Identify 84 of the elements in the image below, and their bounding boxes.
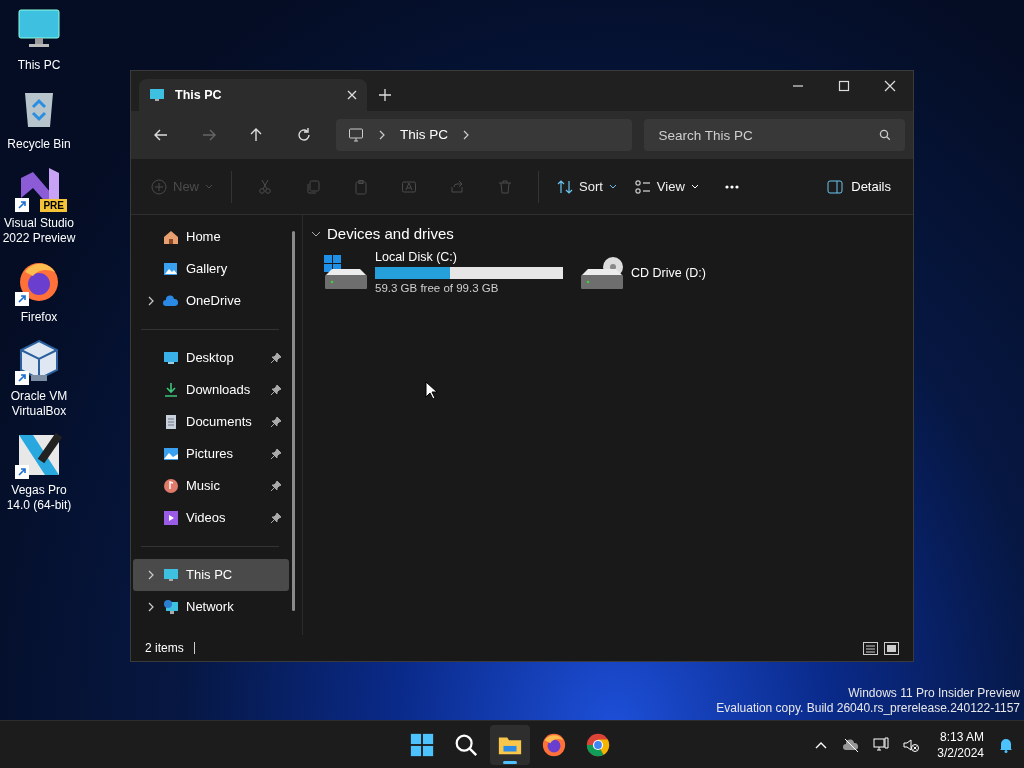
tray-button[interactable] — [873, 736, 890, 753]
preview-badge: PRE — [40, 199, 67, 212]
desktop-icon-label[interactable]: Firefox — [20, 310, 58, 325]
sidebar-item[interactable]: Documents — [133, 406, 289, 438]
chrome-icon — [585, 731, 611, 758]
drive-name: CD Drive (D:) — [631, 264, 706, 281]
cloud-icon — [163, 293, 179, 309]
close-icon — [347, 90, 357, 100]
monitor-icon — [348, 127, 364, 143]
tiles-view-button[interactable] — [884, 641, 899, 655]
sidebar-item[interactable]: Home — [133, 221, 289, 253]
drive-tile[interactable]: Local Disk (C:) 59.3 GB free of 99.3 GB — [323, 249, 563, 296]
chevron-icon — [378, 130, 386, 140]
speaker-muted-icon — [903, 736, 920, 753]
tiles-view-icon — [884, 641, 899, 655]
desktop-icon-label[interactable]: Visual Studio 2022 Preview — [0, 216, 78, 246]
start-icon — [409, 731, 435, 758]
sidebar-item[interactable]: This PC — [133, 559, 289, 591]
network-icon — [873, 736, 890, 753]
details-button[interactable]: Details — [817, 168, 901, 205]
search-icon — [879, 129, 891, 141]
notification-button[interactable] — [998, 736, 1014, 753]
document-icon — [163, 414, 179, 430]
plus-icon — [379, 89, 391, 101]
details-pane-icon — [827, 179, 844, 194]
desktop-icon-label[interactable]: This PC — [17, 58, 61, 73]
caret-icon — [205, 183, 213, 190]
firefox-icon — [541, 731, 567, 758]
list-view-icon — [863, 641, 878, 655]
section-header[interactable]: Devices and drives — [311, 223, 905, 245]
forward-arrow-icon — [200, 127, 217, 143]
details-view-button[interactable] — [863, 641, 878, 655]
taskbar-app-button[interactable] — [490, 724, 530, 765]
desktop-icon-label[interactable]: Recycle Bin — [7, 137, 71, 152]
monitor-icon — [163, 350, 179, 366]
collapse-chevron-icon — [311, 230, 321, 238]
evaluation-notice: Windows 11 Pro Insider Preview — [848, 686, 1020, 701]
search-field[interactable]: Search This PC — [644, 119, 905, 151]
house-icon — [163, 229, 179, 245]
picture-icon — [163, 446, 179, 462]
network-icon — [163, 599, 179, 615]
sidebar-item[interactable]: Pictures — [133, 438, 289, 470]
monitor-icon — [149, 87, 165, 103]
gallery-icon — [163, 261, 179, 277]
tray-button[interactable] — [903, 736, 920, 753]
address-bar[interactable]: This PC — [336, 119, 633, 151]
desktop-icon-label[interactable]: Oracle VM VirtualBox — [0, 389, 78, 419]
sidebar-item[interactable]: Downloads — [133, 374, 289, 406]
close-icon — [884, 80, 896, 92]
caret-icon — [608, 183, 617, 190]
evaluation-notice: Evaluation copy. Build 26040.rs_prerelease.240122-1157 — [716, 701, 1020, 716]
cd-drive-icon — [579, 254, 623, 291]
sort-button[interactable]: Sort — [549, 168, 625, 205]
maximize-icon — [838, 80, 850, 92]
hard-drive-icon — [323, 254, 367, 291]
video-icon — [163, 510, 179, 526]
mouse-cursor-icon — [425, 381, 437, 399]
sidebar-item[interactable]: Gallery — [133, 253, 289, 285]
monitor-icon — [163, 567, 179, 583]
refresh-icon — [296, 127, 313, 143]
music-note-icon — [163, 478, 179, 494]
drive-name: Local Disk (C:) — [375, 249, 458, 265]
view-button[interactable]: View — [626, 168, 707, 205]
chevron-icon — [462, 130, 470, 140]
caret-icon — [690, 183, 699, 190]
sidebar-item[interactable]: Videos — [133, 502, 289, 534]
bell-icon — [998, 736, 1014, 753]
tray-button[interactable] — [843, 736, 860, 753]
free-space-label: 59.3 GB free of 99.3 GB — [375, 281, 500, 296]
item-count: 2 items — [145, 640, 184, 657]
scrollbar[interactable] — [292, 231, 295, 611]
sidebar-item[interactable]: Music — [133, 470, 289, 502]
clock[interactable]: 8:13 AM 3/2/2024 — [937, 728, 984, 761]
back-arrow-icon — [152, 127, 169, 143]
sidebar-item[interactable]: Network — [133, 591, 289, 623]
desktop-icon-label[interactable]: Vegas Pro 14.0 (64-bit) — [0, 483, 78, 513]
tab[interactable]: This PC — [139, 79, 367, 111]
drive-tile[interactable]: CD Drive (D:) — [579, 249, 706, 296]
breadcrumb[interactable]: This PC — [400, 124, 448, 146]
sidebar-item[interactable]: Desktop — [133, 342, 289, 374]
cloud-off-icon — [843, 736, 860, 753]
sidebar-item[interactable]: OneDrive — [133, 285, 289, 317]
download-icon — [163, 382, 179, 398]
running-indicator — [503, 760, 517, 764]
